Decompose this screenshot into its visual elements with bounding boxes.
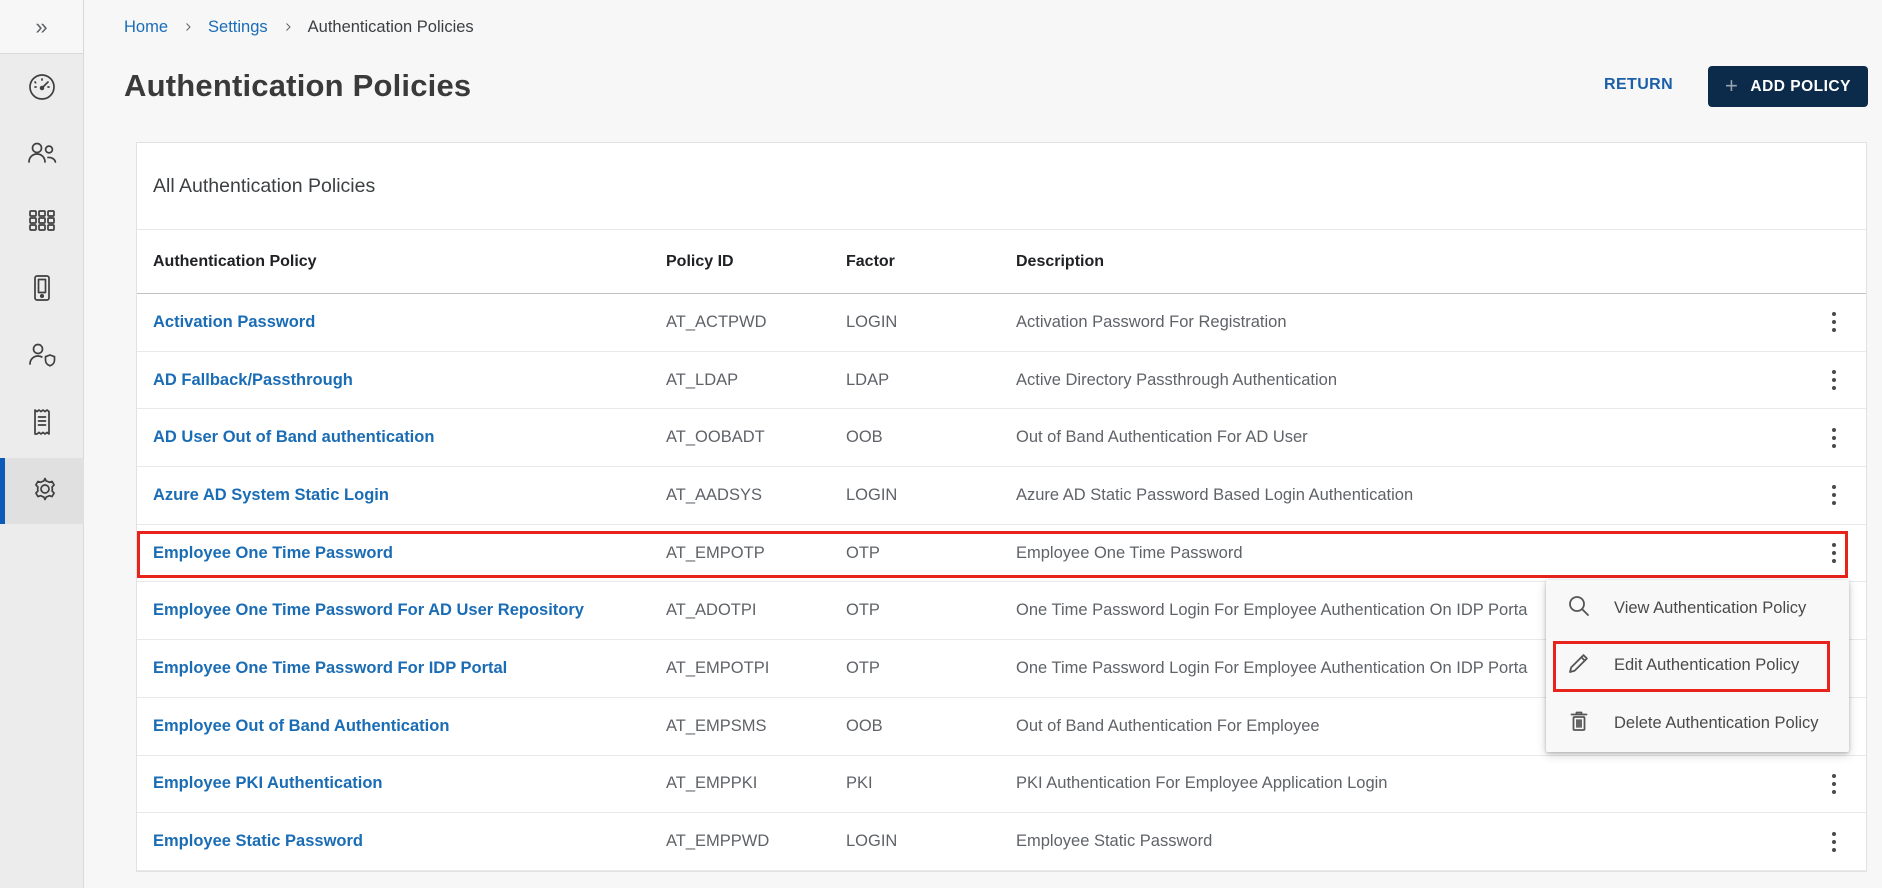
policy-link[interactable]: AD Fallback/Passthrough [137,371,666,390]
policy-id-cell: AT_EMPOTP [666,544,846,563]
menu-item-edit-policy[interactable]: Edit Authentication Policy [1546,637,1849,694]
breadcrumb-home[interactable]: Home [124,18,168,37]
row-context-menu: View Authentication Policy Edit Authenti… [1546,580,1849,752]
policy-id-cell: AT_ADOTPI [666,601,846,620]
policy-link[interactable]: Employee One Time Password For IDP Porta… [137,659,666,678]
policy-link[interactable]: AD User Out of Band authentication [137,428,666,447]
row-actions-kebab-icon[interactable] [1826,479,1842,511]
policy-link[interactable]: Employee Static Password [137,832,666,851]
table-row: Azure AD System Static Login AT_AADSYS L… [137,467,1866,525]
mobile-device-icon [26,272,58,309]
page-title: Authentication Policies [124,68,471,104]
plus-icon: + [1725,75,1738,97]
row-actions-kebab-icon[interactable] [1826,537,1842,569]
row-actions-kebab-icon[interactable] [1826,306,1842,338]
menu-item-label: Edit Authentication Policy [1614,656,1799,675]
factor-cell: OTP [846,601,1016,620]
table-row: Employee PKI Authentication AT_EMPPKI PK… [137,756,1866,814]
factor-cell: OOB [846,717,1016,736]
collapse-sidebar-icon[interactable]: » [35,16,47,38]
table-header-row: Authentication Policy Policy ID Factor D… [137,230,1866,294]
breadcrumb: Home Settings Authentication Policies [124,16,474,38]
policy-link[interactable]: Activation Password [137,313,666,332]
users-icon [25,137,59,174]
menu-item-delete-policy[interactable]: Delete Authentication Policy [1546,695,1849,752]
policy-link[interactable]: Employee One Time Password [137,544,666,563]
search-icon [1566,593,1592,624]
column-header-authentication-policy: Authentication Policy [137,253,666,271]
sidebar-item-settings[interactable] [0,458,84,524]
factor-cell: LOGIN [846,486,1016,505]
apps-grid-icon [26,204,58,241]
add-policy-button[interactable]: + ADD POLICY [1708,66,1868,107]
policy-id-cell: AT_LDAP [666,371,846,390]
card-title-row: All Authentication Policies [137,143,1866,230]
policy-id-cell: AT_AADSYS [666,486,846,505]
row-actions-kebab-icon[interactable] [1826,768,1842,800]
sidebar-item-admin-roles[interactable] [0,324,84,390]
return-button[interactable]: RETURN [1604,76,1673,94]
menu-item-label: Delete Authentication Policy [1614,714,1819,733]
policy-link[interactable]: Employee PKI Authentication [137,774,666,793]
column-header-policy-id: Policy ID [666,253,846,271]
dashboard-icon [26,71,58,108]
description-cell: Employee One Time Password [1016,544,1802,563]
sidebar-item-dashboard[interactable] [0,56,84,122]
policy-id-cell: AT_EMPPKI [666,774,846,793]
policy-id-cell: AT_OOBADT [666,428,846,447]
sidebar-header: » [0,0,84,53]
policy-id-cell: AT_EMPSMS [666,717,846,736]
policy-link[interactable]: Employee One Time Password For AD User R… [137,601,666,620]
description-cell: Activation Password For Registration [1016,313,1802,332]
policy-id-cell: AT_ACTPWD [666,313,846,332]
trash-icon [1566,708,1592,739]
chevron-right-icon [182,21,194,33]
row-actions-kebab-icon[interactable] [1826,364,1842,396]
factor-cell: LDAP [846,371,1016,390]
policy-id-cell: AT_EMPOTPI [666,659,846,678]
policies-card: All Authentication Policies Authenticati… [136,142,1867,872]
table-row: Activation Password AT_ACTPWD LOGIN Acti… [137,294,1866,352]
factor-cell: OTP [846,659,1016,678]
policy-link[interactable]: Azure AD System Static Login [137,486,666,505]
factor-cell: LOGIN [846,832,1016,851]
sidebar [0,53,84,888]
table-row: Employee Static Password AT_EMPPWD LOGIN… [137,813,1866,871]
factor-cell: PKI [846,774,1016,793]
breadcrumb-current: Authentication Policies [308,18,474,37]
row-actions-kebab-icon[interactable] [1826,422,1842,454]
description-cell: Active Directory Passthrough Authenticat… [1016,371,1802,390]
table-row: AD Fallback/Passthrough AT_LDAP LDAP Act… [137,352,1866,410]
column-header-description: Description [1016,253,1802,271]
sidebar-item-users[interactable] [0,122,84,188]
description-cell: Employee Static Password [1016,832,1802,851]
column-header-factor: Factor [846,253,1016,271]
factor-cell: OTP [846,544,1016,563]
factor-cell: OOB [846,428,1016,447]
description-cell: Out of Band Authentication For AD User [1016,428,1802,447]
receipt-icon [26,406,58,443]
pencil-icon [1566,650,1592,681]
policy-id-cell: AT_EMPPWD [666,832,846,851]
sidebar-item-reports[interactable] [0,391,84,457]
row-actions-kebab-icon[interactable] [1826,826,1842,858]
chevron-right-icon [282,21,294,33]
sidebar-item-devices[interactable] [0,257,84,323]
factor-cell: LOGIN [846,313,1016,332]
user-shield-icon [25,339,59,376]
description-cell: Azure AD Static Password Based Login Aut… [1016,486,1802,505]
menu-item-view-policy[interactable]: View Authentication Policy [1546,580,1849,637]
description-cell: PKI Authentication For Employee Applicat… [1016,774,1802,793]
menu-item-label: View Authentication Policy [1614,599,1806,618]
add-policy-label: ADD POLICY [1750,78,1851,96]
table-row-highlighted: Employee One Time Password AT_EMPOTP OTP… [137,525,1866,583]
breadcrumb-settings[interactable]: Settings [208,18,268,37]
settings-gear-icon [29,473,61,510]
sidebar-item-applications[interactable] [0,189,84,255]
policy-link[interactable]: Employee Out of Band Authentication [137,717,666,736]
table-row: AD User Out of Band authentication AT_OO… [137,409,1866,467]
card-title: All Authentication Policies [153,175,375,198]
